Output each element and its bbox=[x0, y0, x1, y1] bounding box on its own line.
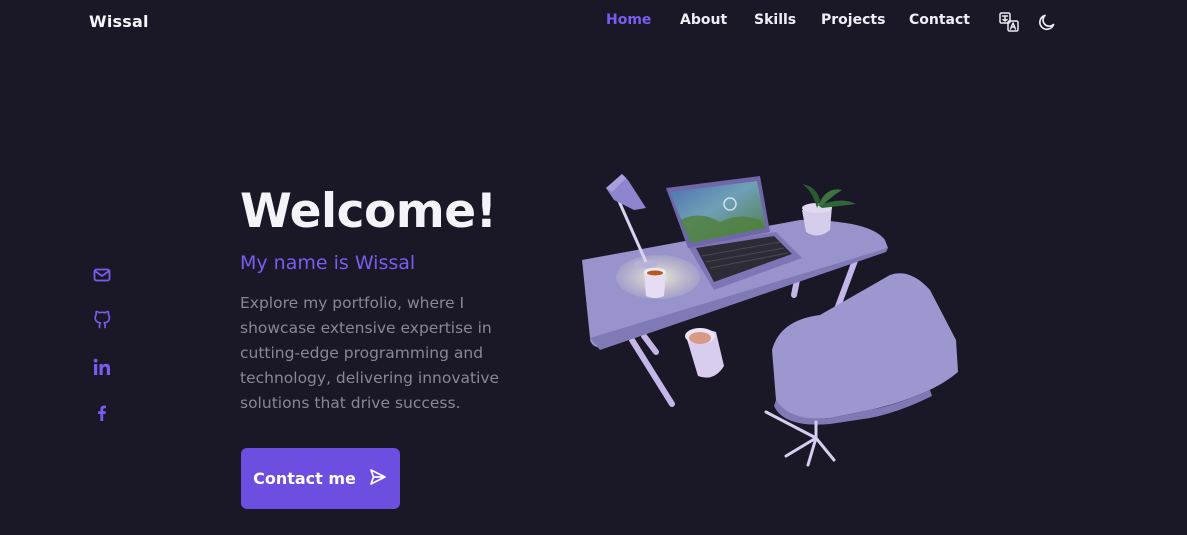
send-icon bbox=[368, 467, 388, 491]
site-logo[interactable]: Wissal bbox=[89, 12, 149, 31]
facebook-icon[interactable] bbox=[92, 403, 112, 423]
moon-icon[interactable] bbox=[1036, 11, 1058, 33]
site-header: Wissal Home About Skills Projects Contac… bbox=[0, 0, 1187, 42]
nav-skills[interactable]: Skills bbox=[754, 12, 796, 28]
trash-bin bbox=[685, 328, 724, 378]
nav-about[interactable]: About bbox=[680, 12, 727, 28]
hero-subtitle: My name is Wissal bbox=[240, 252, 416, 274]
hero-title: Welcome! bbox=[240, 184, 497, 239]
hero-description: Explore my portfolio, where I showcase e… bbox=[240, 294, 500, 412]
nav-projects[interactable]: Projects bbox=[821, 12, 885, 28]
mail-icon[interactable] bbox=[92, 265, 112, 285]
desk-illustration bbox=[570, 160, 970, 480]
translate-icon[interactable] bbox=[998, 11, 1020, 33]
coffee-cup bbox=[644, 268, 666, 298]
nav-home[interactable]: Home bbox=[606, 12, 651, 28]
linkedin-icon[interactable] bbox=[92, 357, 112, 377]
nav-contact[interactable]: Contact bbox=[909, 12, 970, 28]
github-icon[interactable] bbox=[92, 310, 112, 330]
contact-me-label: Contact me bbox=[253, 469, 356, 488]
contact-me-button[interactable]: Contact me bbox=[241, 448, 400, 509]
office-chair bbox=[764, 273, 958, 467]
